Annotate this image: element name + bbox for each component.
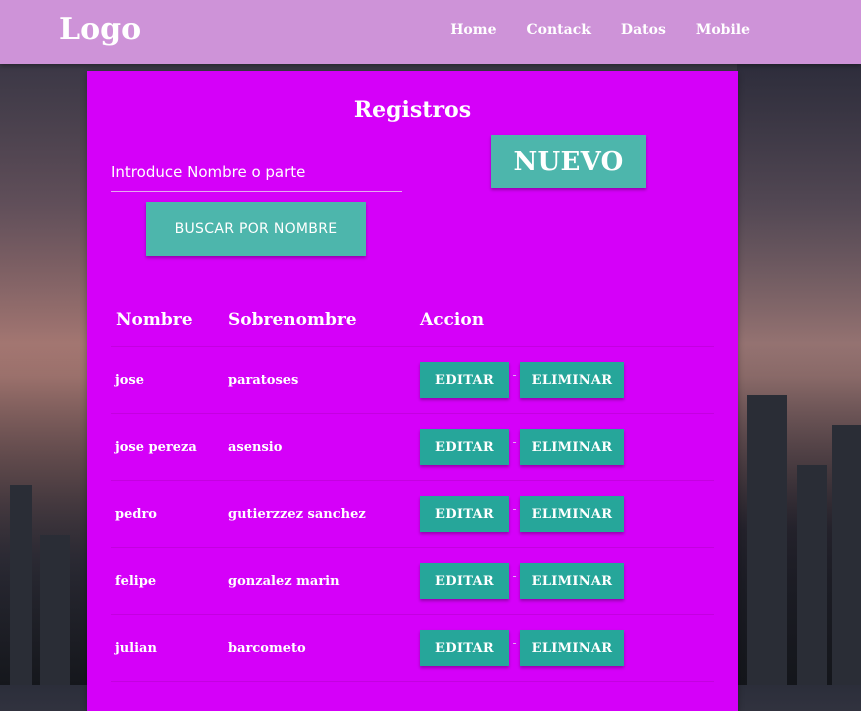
edit-button[interactable]: EDITAR — [420, 496, 509, 532]
registros-card: Registros BUSCAR POR NOMBRE NUEVO Nombre… — [87, 71, 738, 711]
nav-link-contack[interactable]: Contack — [527, 22, 591, 38]
cell-sobrenombre: asensio — [228, 439, 283, 455]
cell-sobrenombre: gonzalez marin — [228, 573, 340, 589]
nav-link-mobile[interactable]: Mobile — [696, 22, 750, 38]
page-title: Registros — [353, 97, 472, 123]
cell-nombre: jose — [115, 372, 144, 388]
separator: - — [512, 502, 517, 516]
header-accion: Accion — [420, 309, 485, 330]
building — [10, 485, 32, 685]
table-row: jose pereza asensio EDITAR - ELIMINAR — [111, 414, 714, 481]
cell-actions: EDITAR - ELIMINAR — [420, 429, 714, 465]
table-row: pedro gutierzzez sanchez EDITAR - ELIMIN… — [111, 481, 714, 548]
table-header: Nombre Sobrenombre Accion — [111, 293, 714, 347]
nav-link-datos[interactable]: Datos — [621, 22, 666, 38]
search-input[interactable] — [111, 153, 402, 192]
search-by-name-button[interactable]: BUSCAR POR NOMBRE — [146, 202, 366, 256]
table-row: julian barcometo EDITAR - ELIMINAR — [111, 615, 714, 682]
records-table: Nombre Sobrenombre Accion jose paratoses… — [111, 293, 714, 682]
cell-actions: EDITAR - ELIMINAR — [420, 630, 714, 666]
cell-sobrenombre: paratoses — [228, 372, 299, 388]
nav-links: Home Contack Datos Mobile — [450, 22, 750, 38]
cell-nombre: pedro — [115, 506, 157, 522]
cell-actions: EDITAR - ELIMINAR — [420, 563, 714, 599]
cell-nombre: felipe — [115, 573, 157, 589]
logo[interactable]: Logo — [59, 12, 141, 47]
table-row: felipe gonzalez marin EDITAR - ELIMINAR — [111, 548, 714, 615]
cell-actions: EDITAR - ELIMINAR — [420, 496, 714, 532]
delete-button[interactable]: ELIMINAR — [520, 563, 624, 599]
delete-button[interactable]: ELIMINAR — [520, 362, 624, 398]
background-city-right — [737, 64, 861, 685]
delete-button[interactable]: ELIMINAR — [520, 429, 624, 465]
header-sobrenombre: Sobrenombre — [228, 309, 357, 330]
separator: - — [512, 569, 517, 583]
cell-nombre: jose pereza — [115, 439, 197, 455]
building — [832, 425, 861, 685]
navbar: Logo Home Contack Datos Mobile — [0, 0, 861, 64]
edit-button[interactable]: EDITAR — [420, 630, 509, 666]
cell-sobrenombre: gutierzzez sanchez — [228, 506, 366, 522]
background-city-left — [0, 64, 90, 685]
table-row: jose paratoses EDITAR - ELIMINAR — [111, 347, 714, 414]
edit-button[interactable]: EDITAR — [420, 563, 509, 599]
separator: - — [512, 435, 517, 449]
cell-nombre: julian — [115, 640, 157, 656]
cell-sobrenombre: barcometo — [228, 640, 306, 656]
separator: - — [512, 636, 517, 650]
building — [797, 465, 827, 685]
delete-button[interactable]: ELIMINAR — [520, 496, 624, 532]
separator: - — [512, 368, 517, 382]
edit-button[interactable]: EDITAR — [420, 429, 509, 465]
cell-actions: EDITAR - ELIMINAR — [420, 362, 714, 398]
building — [747, 395, 787, 685]
new-record-button[interactable]: NUEVO — [491, 135, 646, 188]
edit-button[interactable]: EDITAR — [420, 362, 509, 398]
delete-button[interactable]: ELIMINAR — [520, 630, 624, 666]
building — [40, 535, 70, 685]
header-nombre: Nombre — [116, 309, 193, 330]
nav-link-home[interactable]: Home — [450, 22, 496, 38]
